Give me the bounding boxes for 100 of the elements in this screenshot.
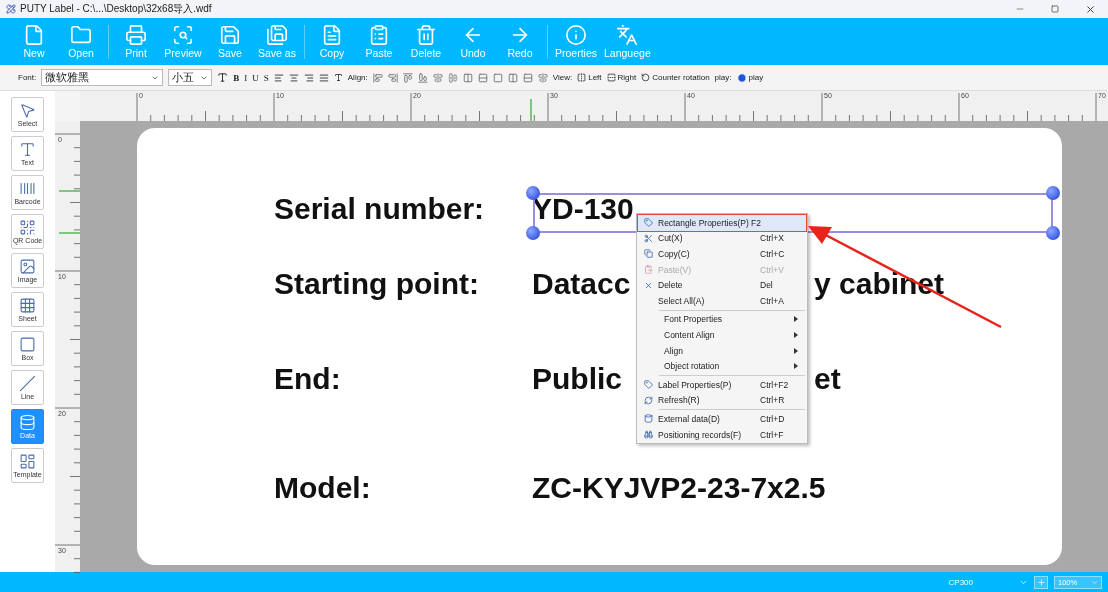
object-align-icon[interactable] bbox=[402, 72, 413, 83]
style-button[interactable]: S bbox=[263, 72, 269, 83]
trash-icon bbox=[415, 24, 437, 46]
align-label: Align: bbox=[347, 73, 368, 82]
cylinder-icon bbox=[643, 414, 653, 424]
view-button[interactable]: Right bbox=[606, 73, 637, 82]
view-label: View: bbox=[552, 73, 573, 82]
printer-icon bbox=[125, 24, 147, 46]
resize-handle[interactable] bbox=[1046, 226, 1060, 240]
menu-item[interactable]: Cut(X) Ctrl+X bbox=[638, 230, 806, 247]
folder-icon bbox=[70, 24, 92, 46]
menu-item[interactable]: Positioning records(F) Ctrl+F bbox=[638, 426, 806, 443]
close-icon[interactable] bbox=[1085, 3, 1096, 15]
binoculars-icon bbox=[643, 430, 653, 439]
object-align-icon[interactable] bbox=[462, 72, 473, 83]
object-align-icon[interactable] bbox=[372, 72, 383, 83]
menu-item[interactable]: Rectangle Properties(P) F2 bbox=[638, 215, 806, 231]
field-value: et bbox=[814, 361, 841, 397]
object-align-icon[interactable] bbox=[387, 72, 398, 83]
play-label: play: bbox=[714, 73, 732, 82]
text-align-icon[interactable] bbox=[273, 72, 284, 83]
flip-horizontal-icon bbox=[577, 73, 587, 82]
font-size-icon[interactable] bbox=[217, 72, 229, 83]
object-align-icon[interactable] bbox=[432, 72, 443, 83]
rotate-icon bbox=[641, 73, 651, 82]
object-align-icon[interactable] bbox=[522, 72, 533, 83]
object-align-icon[interactable] bbox=[447, 72, 458, 83]
submenu-caret-icon bbox=[794, 347, 798, 354]
menu-item[interactable]: Align bbox=[638, 342, 806, 359]
field-value: Datacc bbox=[532, 266, 631, 302]
refresh-icon bbox=[643, 395, 653, 405]
object-align-icon[interactable] bbox=[477, 72, 488, 83]
close-icon bbox=[643, 280, 653, 290]
menu-item[interactable]: Label Properties(P) Ctrl+F2 bbox=[638, 376, 806, 393]
clipboard-icon bbox=[368, 24, 390, 46]
copy-icon bbox=[643, 249, 653, 259]
document-icon bbox=[321, 24, 343, 46]
square-icon bbox=[19, 336, 36, 353]
info-icon bbox=[565, 24, 587, 46]
view-button[interactable]: Counter rotation bbox=[641, 73, 710, 82]
field-name: Serial number: bbox=[274, 192, 486, 226]
caret-icon bbox=[1091, 578, 1098, 586]
style-button[interactable]: I bbox=[244, 72, 248, 83]
menu-item[interactable]: External data(D) Ctrl+D bbox=[638, 411, 806, 427]
play-icon bbox=[736, 72, 747, 83]
window-title: PUTY Label - C:\...\Desktop\32x68导入.wdf bbox=[20, 2, 212, 16]
page-icon bbox=[23, 24, 45, 46]
field-value: ZC-KYJVP2-23-7x2.5 bbox=[532, 470, 826, 506]
menu-item[interactable]: Copy(C) Ctrl+C bbox=[638, 246, 806, 262]
font-size-icon[interactable] bbox=[333, 73, 343, 82]
line-icon bbox=[19, 375, 36, 392]
view-button[interactable]: Left bbox=[577, 73, 602, 82]
zoom-in-button[interactable] bbox=[1034, 575, 1048, 589]
text-icon bbox=[19, 141, 36, 158]
field-value: YD-130 bbox=[532, 191, 634, 227]
layout-icon bbox=[19, 453, 36, 470]
database-icon bbox=[19, 414, 36, 431]
app-logo-icon bbox=[6, 4, 16, 14]
menu-item[interactable]: Font Properties bbox=[638, 311, 806, 328]
tag-icon bbox=[643, 218, 653, 228]
submenu-caret-icon bbox=[794, 331, 798, 338]
image-icon bbox=[19, 258, 36, 275]
resize-handle[interactable] bbox=[526, 186, 540, 200]
field-name: End: bbox=[274, 362, 342, 396]
plus-icon bbox=[1036, 577, 1046, 587]
style-button[interactable]: B bbox=[233, 72, 240, 83]
text-align-icon[interactable] bbox=[288, 72, 299, 83]
text-align-icon[interactable] bbox=[318, 72, 329, 83]
font-label: Font: bbox=[18, 73, 37, 82]
printer-name: CP300 bbox=[948, 577, 973, 587]
barcode-icon bbox=[19, 180, 36, 197]
menu-item[interactable]: Refresh(R) Ctrl+R bbox=[638, 392, 806, 409]
menu-item[interactable]: Select All(A) Ctrl+A bbox=[638, 292, 806, 309]
style-button[interactable]: U bbox=[252, 72, 259, 83]
resize-handle[interactable] bbox=[526, 226, 540, 240]
text-align-icon[interactable] bbox=[303, 72, 314, 83]
resize-handle[interactable] bbox=[1046, 186, 1060, 200]
font-dropdown[interactable]: 微软雅黑 bbox=[41, 69, 164, 86]
scissors-icon bbox=[643, 233, 653, 243]
menu-item[interactable]: Object rotation bbox=[638, 358, 806, 374]
language-icon bbox=[616, 24, 639, 46]
submenu-caret-icon bbox=[794, 316, 798, 323]
paste-icon bbox=[643, 265, 653, 275]
tag-icon bbox=[643, 380, 653, 390]
field-value: Public bbox=[532, 361, 622, 397]
menu-item[interactable]: Content Align bbox=[638, 327, 806, 343]
field-name: Starting point: bbox=[274, 267, 480, 301]
floppy-arrow-icon bbox=[266, 24, 288, 46]
object-align-icon[interactable] bbox=[417, 72, 428, 83]
play-button[interactable]: play bbox=[736, 72, 764, 83]
object-align-icon[interactable] bbox=[537, 72, 548, 83]
restore-icon[interactable] bbox=[1051, 5, 1059, 13]
object-align-icon[interactable] bbox=[507, 72, 518, 83]
grid-icon bbox=[19, 297, 36, 314]
object-align-icon[interactable] bbox=[492, 72, 503, 83]
size-dropdown[interactable]: 小五 bbox=[168, 69, 213, 86]
flip-vertical-icon bbox=[606, 73, 616, 82]
magnifier-icon bbox=[172, 24, 194, 46]
pointer-icon bbox=[19, 102, 36, 119]
menu-item[interactable]: Delete Del bbox=[638, 277, 806, 293]
